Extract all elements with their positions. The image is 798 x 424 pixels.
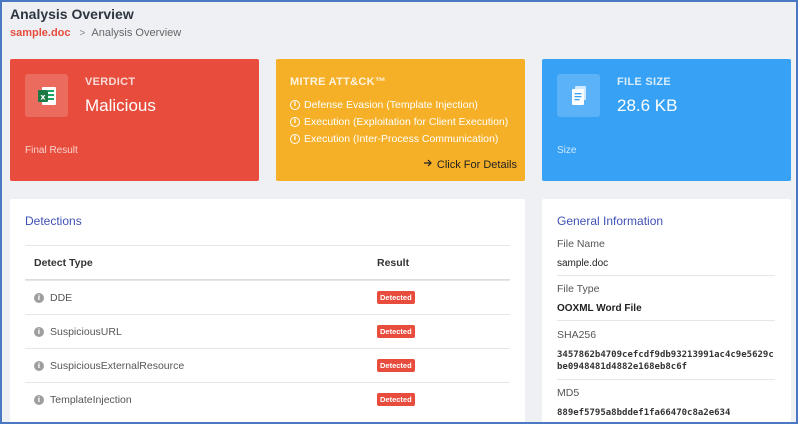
- column-header-detect-type: Detect Type: [34, 256, 93, 269]
- md5-field: MD5 889ef5795a8bddef1fa66470c8a2e634: [557, 387, 775, 422]
- detect-type-label: TemplateInjection: [50, 393, 132, 406]
- field-value: sample.doc: [557, 258, 775, 276]
- info-icon: i: [290, 99, 300, 110]
- file-size-label: FILE SIZE: [617, 76, 672, 88]
- page-title: Analysis Overview: [10, 6, 134, 22]
- table-header-row: Detect Type Result: [25, 245, 510, 280]
- field-label: SHA256: [557, 329, 597, 341]
- general-information-panel: General Information File Name sample.doc…: [542, 199, 791, 422]
- table-row[interactable]: i DDE Detected: [25, 280, 510, 314]
- detections-title: Detections: [25, 214, 82, 228]
- mitre-technique-label: Execution (Exploitation for Client Execu…: [304, 115, 509, 128]
- field-label: File Name: [557, 238, 605, 250]
- excel-file-icon: x: [25, 74, 68, 117]
- field-value: 889ef5795a8bddef1fa66470c8a2e634: [557, 407, 775, 422]
- file-type-field: File Type OOXML Word File: [557, 283, 775, 321]
- detected-badge: Detected: [377, 325, 415, 338]
- column-header-result: Result: [377, 256, 410, 269]
- file-size-footer: Size: [557, 145, 577, 156]
- mitre-technique-item: i Execution (Inter-Process Communication…: [290, 130, 508, 147]
- svg-text:x: x: [40, 92, 46, 101]
- result-cell: Detected: [377, 359, 415, 372]
- breadcrumb-current: Analysis Overview: [91, 27, 182, 39]
- field-value: 3457862b4709cefcdf9db93213991ac4c9e5629c…: [557, 349, 775, 380]
- file-name-field: File Name sample.doc: [557, 238, 775, 276]
- detected-badge: Detected: [377, 291, 415, 304]
- detected-badge: Detected: [377, 393, 415, 406]
- detected-badge: Detected: [377, 359, 415, 372]
- file-size-card: FILE SIZE 28.6 KB Size: [542, 59, 791, 181]
- field-label: File Type: [557, 283, 600, 295]
- verdict-footer: Final Result: [25, 145, 78, 156]
- verdict-label: VERDICT: [85, 76, 136, 88]
- detect-type-cell: i SuspiciousExternalResource: [34, 360, 184, 372]
- sha256-field: SHA256 3457862b4709cefcdf9db93213991ac4c…: [557, 329, 775, 380]
- info-icon[interactable]: i: [34, 360, 44, 371]
- file-size-value: 28.6 KB: [617, 96, 678, 115]
- click-for-details-label: Click For Details: [436, 158, 517, 171]
- detect-type-cell: i TemplateInjection: [34, 394, 132, 406]
- result-cell: Detected: [377, 291, 415, 304]
- mitre-technique-item: i Execution (Exploitation for Client Exe…: [290, 113, 508, 130]
- mitre-label: MITRE ATT&CK™: [290, 76, 387, 88]
- detect-type-label: DDE: [50, 291, 73, 304]
- info-icon[interactable]: i: [34, 292, 44, 303]
- detect-type-cell: i DDE: [34, 292, 72, 304]
- field-value: OOXML Word File: [557, 303, 775, 321]
- document-icon: [557, 74, 600, 117]
- detections-panel: Detections Detect Type Result i DDE Dete…: [10, 199, 525, 422]
- info-icon[interactable]: i: [34, 394, 44, 405]
- result-cell: Detected: [377, 393, 415, 406]
- info-icon[interactable]: i: [34, 326, 44, 337]
- detect-type-label: SuspiciousExternalResource: [50, 359, 185, 372]
- table-row[interactable]: i SuspiciousURL Detected: [25, 314, 510, 348]
- detect-type-cell: i SuspiciousURL: [34, 326, 122, 338]
- breadcrumb: sample.doc > Analysis Overview: [10, 27, 181, 39]
- info-icon: i: [290, 116, 300, 127]
- general-information-title: General Information: [557, 214, 664, 228]
- result-cell: Detected: [377, 325, 415, 338]
- mitre-technique-label: Execution (Inter-Process Communication): [304, 132, 499, 145]
- detect-type-label: SuspiciousURL: [50, 325, 122, 338]
- info-icon: i: [290, 133, 300, 144]
- click-for-details-link[interactable]: Click For Details: [423, 158, 517, 171]
- detections-table: Detect Type Result i DDE Detected i Susp…: [25, 245, 510, 416]
- app-frame: Analysis Overview sample.doc > Analysis …: [0, 0, 798, 424]
- arrow-right-icon: [423, 158, 433, 171]
- mitre-technique-label: Defense Evasion (Template Injection): [304, 98, 478, 111]
- verdict-value: Malicious: [85, 96, 156, 115]
- table-row[interactable]: i TemplateInjection Detected: [25, 382, 510, 416]
- mitre-technique-item: i Defense Evasion (Template Injection): [290, 96, 508, 113]
- breadcrumb-separator-icon: >: [79, 27, 86, 39]
- mitre-card: MITRE ATT&CK™ i Defense Evasion (Templat…: [276, 59, 525, 181]
- mitre-technique-list: i Defense Evasion (Template Injection) i…: [290, 96, 508, 147]
- field-label: MD5: [557, 387, 580, 399]
- table-row[interactable]: i SuspiciousExternalResource Detected: [25, 348, 510, 382]
- verdict-card: x VERDICT Malicious Final Result: [10, 59, 259, 181]
- breadcrumb-file-link[interactable]: sample.doc: [10, 27, 71, 39]
